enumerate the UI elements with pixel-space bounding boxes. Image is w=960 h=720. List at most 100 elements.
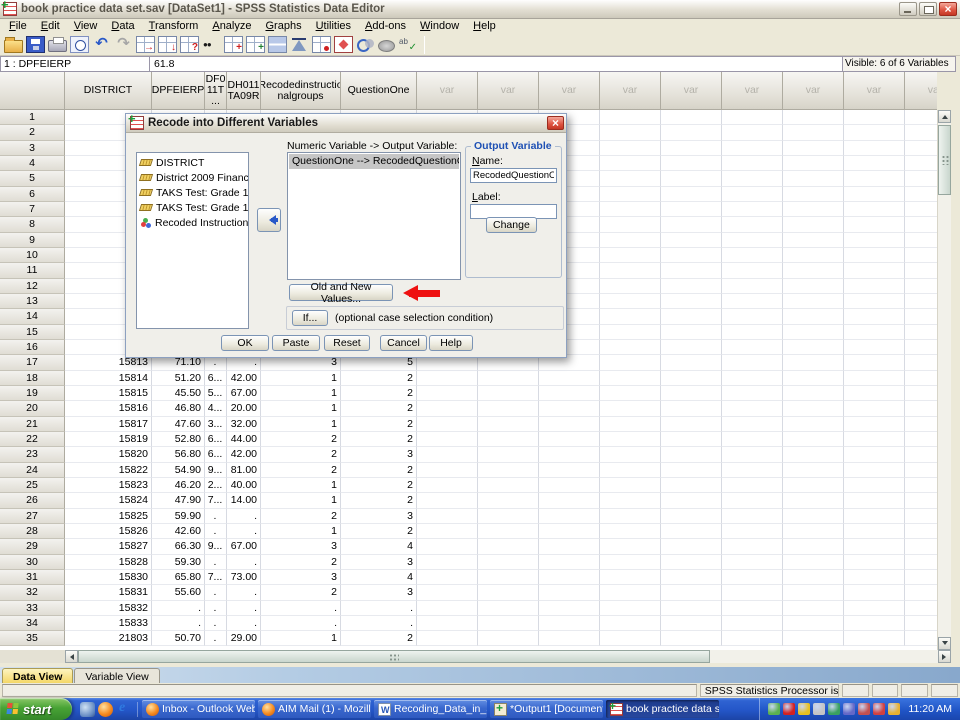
empty-cell[interactable] (905, 417, 937, 432)
data-cell[interactable]: . (227, 616, 261, 631)
row-number[interactable]: 28 (0, 524, 65, 539)
data-cell[interactable]: 15827 (65, 539, 152, 554)
empty-cell[interactable] (661, 601, 722, 616)
data-cell[interactable]: 15822 (65, 463, 152, 478)
empty-cell[interactable] (905, 386, 937, 401)
scroll-up-arrow[interactable] (938, 110, 951, 123)
column-header-var[interactable]: var (539, 72, 600, 110)
empty-cell[interactable] (417, 555, 478, 570)
menu-view[interactable]: View (67, 19, 105, 34)
data-cell[interactable]: 6... (205, 371, 227, 386)
empty-cell[interactable] (722, 616, 783, 631)
empty-cell[interactable] (600, 509, 661, 524)
internet-explorer-icon[interactable] (116, 702, 131, 717)
data-cell[interactable]: . (205, 631, 227, 646)
empty-cell[interactable] (417, 447, 478, 462)
data-cell[interactable]: 2... (205, 478, 227, 493)
data-cell[interactable]: 46.20 (152, 478, 205, 493)
ati-tray-icon[interactable] (783, 703, 795, 715)
row-number[interactable]: 17 (0, 355, 65, 370)
empty-cell[interactable] (905, 585, 937, 600)
empty-cell[interactable] (722, 325, 783, 340)
tab-variable-view[interactable]: Variable View (74, 668, 159, 683)
empty-cell[interactable] (722, 447, 783, 462)
empty-cell[interactable] (539, 386, 600, 401)
empty-cell[interactable] (600, 478, 661, 493)
row-number[interactable]: 22 (0, 432, 65, 447)
empty-cell[interactable] (600, 156, 661, 171)
empty-cell[interactable] (783, 570, 844, 585)
empty-cell[interactable] (661, 125, 722, 140)
empty-cell[interactable] (905, 463, 937, 478)
empty-cell[interactable] (722, 539, 783, 554)
empty-cell[interactable] (600, 616, 661, 631)
empty-cell[interactable] (478, 601, 539, 616)
empty-cell[interactable] (844, 401, 905, 416)
data-cell[interactable]: 42.00 (227, 447, 261, 462)
source-variable-list[interactable]: DISTRICTDistrict 2009 Finance: E...TAKS … (136, 152, 249, 329)
empty-cell[interactable] (905, 631, 937, 646)
empty-cell[interactable] (905, 355, 937, 370)
column-header-var[interactable]: var (783, 72, 844, 110)
empty-cell[interactable] (600, 539, 661, 554)
empty-cell[interactable] (600, 294, 661, 309)
empty-cell[interactable] (539, 493, 600, 508)
empty-cell[interactable] (905, 555, 937, 570)
data-cell[interactable]: 45.50 (152, 386, 205, 401)
empty-cell[interactable] (600, 386, 661, 401)
data-cell[interactable]: . (205, 601, 227, 616)
empty-cell[interactable] (539, 616, 600, 631)
row-number[interactable]: 3 (0, 141, 65, 156)
empty-cell[interactable] (417, 401, 478, 416)
horizontal-scroll-thumb[interactable] (78, 650, 710, 663)
name-input[interactable] (470, 168, 557, 183)
data-cell[interactable]: 2 (261, 447, 341, 462)
empty-cell[interactable] (600, 355, 661, 370)
move-variable-button[interactable] (257, 208, 281, 232)
data-cell[interactable]: 52.80 (152, 432, 205, 447)
empty-cell[interactable] (661, 141, 722, 156)
source-variable-item[interactable]: Recoded Instructional E... (137, 215, 248, 230)
change-button[interactable]: Change (486, 217, 537, 233)
column-header-DPFEIERP[interactable]: DPFEIERP (152, 72, 205, 110)
empty-cell[interactable] (722, 187, 783, 202)
data-cell[interactable]: . (152, 616, 205, 631)
empty-cell[interactable] (539, 509, 600, 524)
empty-cell[interactable] (600, 233, 661, 248)
row-number[interactable]: 5 (0, 171, 65, 186)
column-header-DH011[interactable]: DH011 TA09R (227, 72, 261, 110)
spell-check-icon[interactable] (398, 36, 417, 53)
empty-cell[interactable] (722, 555, 783, 570)
data-cell[interactable]: 3 (261, 539, 341, 554)
empty-cell[interactable] (783, 309, 844, 324)
empty-cell[interactable] (661, 309, 722, 324)
empty-cell[interactable] (661, 555, 722, 570)
empty-cell[interactable] (600, 463, 661, 478)
goto-case-icon[interactable] (136, 36, 155, 53)
data-cell[interactable]: 2 (341, 463, 417, 478)
row-number[interactable]: 34 (0, 616, 65, 631)
empty-cell[interactable] (783, 631, 844, 646)
empty-cell[interactable] (661, 279, 722, 294)
empty-cell[interactable] (783, 371, 844, 386)
data-cell[interactable]: 5... (205, 386, 227, 401)
taskbar-button-2[interactable]: AIM Mail (1) - Mozilla ... (258, 700, 371, 718)
data-cell[interactable]: 1 (261, 493, 341, 508)
empty-cell[interactable] (478, 432, 539, 447)
empty-cell[interactable] (600, 417, 661, 432)
empty-cell[interactable] (844, 616, 905, 631)
empty-cell[interactable] (478, 616, 539, 631)
empty-cell[interactable] (478, 555, 539, 570)
empty-cell[interactable] (905, 233, 937, 248)
empty-cell[interactable] (478, 539, 539, 554)
empty-cell[interactable] (783, 555, 844, 570)
empty-cell[interactable] (661, 447, 722, 462)
empty-cell[interactable] (539, 524, 600, 539)
data-cell[interactable]: 1 (261, 371, 341, 386)
empty-cell[interactable] (661, 401, 722, 416)
row-number[interactable]: 26 (0, 493, 65, 508)
data-cell[interactable]: 7... (205, 570, 227, 585)
data-cell[interactable]: 6... (205, 432, 227, 447)
empty-cell[interactable] (905, 156, 937, 171)
empty-cell[interactable] (722, 125, 783, 140)
